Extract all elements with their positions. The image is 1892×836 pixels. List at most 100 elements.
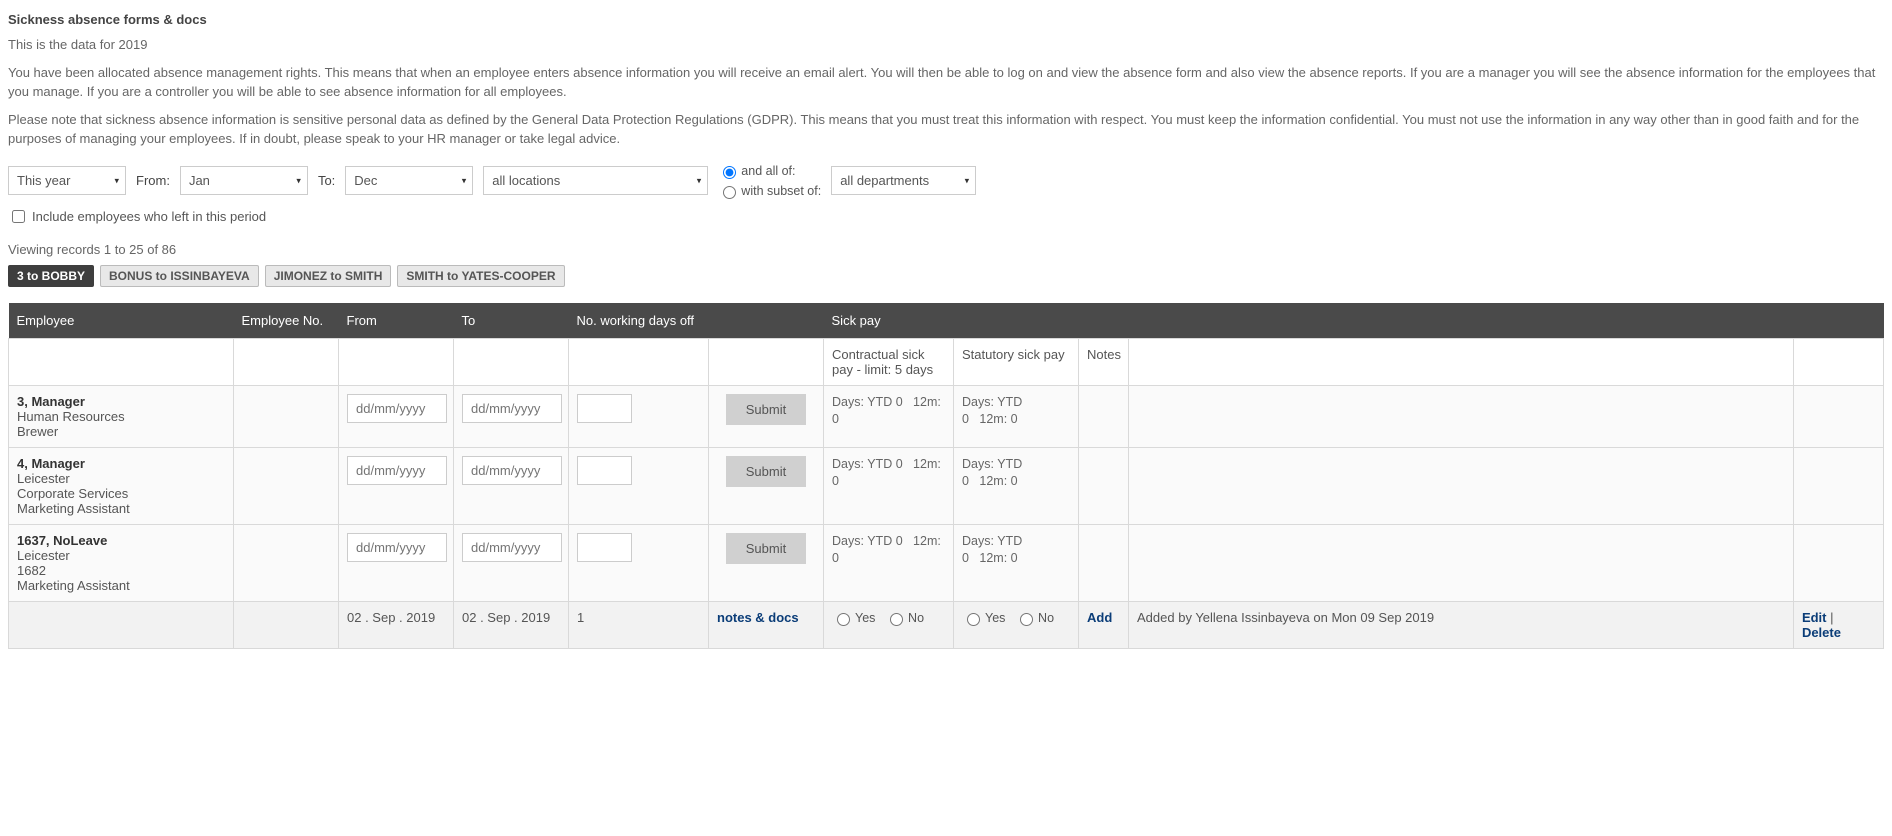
th-to: To xyxy=(454,303,569,339)
th-contractual: Contractual sick pay - limit: 5 days xyxy=(824,338,954,385)
header-row-sub: Contractual sick pay - limit: 5 days Sta… xyxy=(9,338,1884,385)
th-from: From xyxy=(339,303,454,339)
cell-days xyxy=(569,524,709,601)
sick-pay-summary: Days: YTD 0 12m: 0 xyxy=(962,456,1070,491)
existing-from: 02 . Sep . 2019 xyxy=(339,601,454,648)
cell-employee-no xyxy=(234,524,339,601)
statutory-no[interactable]: No xyxy=(1015,610,1054,626)
intro-year: This is the data for 2019 xyxy=(8,35,1884,55)
radio-and-all-of[interactable]: and all of: xyxy=(718,163,821,179)
to-date-input[interactable] xyxy=(462,394,562,423)
cell-notes xyxy=(1079,447,1129,524)
location-select[interactable]: all locations xyxy=(483,166,708,195)
pager: 3 to BOBBY BONUS to ISSINBAYEVA JIMONEZ … xyxy=(8,265,1884,287)
employee-detail: Brewer xyxy=(17,424,225,439)
th-employee-no: Employee No. xyxy=(234,303,339,339)
intro-gdpr: Please note that sickness absence inform… xyxy=(8,110,1884,149)
cell-from xyxy=(339,385,454,447)
existing-days: 1 xyxy=(569,601,709,648)
from-date-input[interactable] xyxy=(347,394,447,423)
cell-contractual: Days: YTD 0 12m: 0 xyxy=(824,524,954,601)
days-off-input[interactable] xyxy=(577,533,632,562)
sick-pay-summary: Days: YTD 0 12m: 0 xyxy=(832,456,945,491)
submit-button[interactable]: Submit xyxy=(726,394,806,425)
from-date-input[interactable] xyxy=(347,456,447,485)
sick-pay-summary: Days: YTD 0 12m: 0 xyxy=(832,533,945,568)
cell-notes xyxy=(1079,524,1129,601)
th-employee: Employee xyxy=(9,303,234,339)
cell-submit: Submit xyxy=(709,524,824,601)
include-left-checkbox[interactable]: Include employees who left in this perio… xyxy=(8,207,266,226)
filter-row: This year From: Jan To: Dec all location… xyxy=(8,163,1884,199)
table-row: 4, Manager LeicesterCorporate ServicesMa… xyxy=(9,447,1884,524)
from-date-input[interactable] xyxy=(347,533,447,562)
add-note-link[interactable]: Add xyxy=(1087,610,1112,625)
cell-employee-no xyxy=(234,385,339,447)
period-select[interactable]: This year xyxy=(8,166,126,195)
pager-btn-active[interactable]: 3 to BOBBY xyxy=(8,265,94,287)
days-off-input[interactable] xyxy=(577,394,632,423)
cell-note-text xyxy=(1129,447,1794,524)
submit-button[interactable]: Submit xyxy=(726,456,806,487)
statutory-yes[interactable]: Yes xyxy=(962,610,1005,626)
cell-note-text xyxy=(1129,524,1794,601)
cell-actions xyxy=(1793,524,1883,601)
employee-detail: Leicester xyxy=(17,471,225,486)
cell-actions xyxy=(1793,447,1883,524)
employee-name: 4, Manager xyxy=(17,456,225,471)
cell-to xyxy=(454,524,569,601)
employee-name: 3, Manager xyxy=(17,394,225,409)
cell-statutory: Days: YTD 0 12m: 0 xyxy=(954,447,1079,524)
cell-note-text xyxy=(1129,385,1794,447)
table-row: 3, Manager Human ResourcesBrewer Submit … xyxy=(9,385,1884,447)
to-month-select[interactable]: Dec xyxy=(345,166,473,195)
existing-absence-row: 02 . Sep . 2019 02 . Sep . 2019 1 notes … xyxy=(9,601,1884,648)
cell-employee: 3, Manager Human ResourcesBrewer xyxy=(9,385,234,447)
delete-link[interactable]: Delete xyxy=(1802,625,1841,640)
contractual-no[interactable]: No xyxy=(885,610,924,626)
cell-actions: Edit | Delete xyxy=(1793,601,1883,648)
intro-rights: You have been allocated absence manageme… xyxy=(8,63,1884,102)
cell-employee: 4, Manager LeicesterCorporate ServicesMa… xyxy=(9,447,234,524)
pager-btn[interactable]: JIMONEZ to SMITH xyxy=(265,265,392,287)
employee-detail: Marketing Assistant xyxy=(17,578,225,593)
employee-detail: Human Resources xyxy=(17,409,225,424)
cell-contractual: Days: YTD 0 12m: 0 xyxy=(824,447,954,524)
department-select[interactable]: all departments xyxy=(831,166,976,195)
notes-docs-link[interactable]: notes & docs xyxy=(717,610,799,625)
cell-contractual: Days: YTD 0 12m: 0 xyxy=(824,385,954,447)
cell-add: Add xyxy=(1079,601,1129,648)
cell-from xyxy=(339,447,454,524)
cell-to xyxy=(454,385,569,447)
table-row: 1637, NoLeave Leicester1682Marketing Ass… xyxy=(9,524,1884,601)
from-label: From: xyxy=(136,173,170,188)
th-statutory: Statutory sick pay xyxy=(954,338,1079,385)
cell-note-text: Added by Yellena Issinbayeva on Mon 09 S… xyxy=(1129,601,1794,648)
from-month-select[interactable]: Jan xyxy=(180,166,308,195)
submit-button[interactable]: Submit xyxy=(726,533,806,564)
cell-employee-no xyxy=(234,447,339,524)
cell-notes-docs: notes & docs xyxy=(709,601,824,648)
employee-detail: Marketing Assistant xyxy=(17,501,225,516)
employee-detail: Leicester xyxy=(17,548,225,563)
contractual-yes[interactable]: Yes xyxy=(832,610,875,626)
th-notes: Notes xyxy=(1079,338,1129,385)
th-days-off: No. working days off xyxy=(569,303,824,339)
cell-days xyxy=(569,385,709,447)
pager-btn[interactable]: BONUS to ISSINBAYEVA xyxy=(100,265,259,287)
employee-name: 1637, NoLeave xyxy=(17,533,225,548)
to-date-input[interactable] xyxy=(462,533,562,562)
viewing-text: Viewing records 1 to 25 of 86 xyxy=(8,242,1884,257)
pager-btn[interactable]: SMITH to YATES-COOPER xyxy=(397,265,564,287)
cell-employee: 1637, NoLeave Leicester1682Marketing Ass… xyxy=(9,524,234,601)
sick-pay-summary: Days: YTD 0 12m: 0 xyxy=(962,394,1070,429)
to-label: To: xyxy=(318,173,335,188)
cell-days xyxy=(569,447,709,524)
cell-notes xyxy=(1079,385,1129,447)
cell-statutory: Days: YTD 0 12m: 0 xyxy=(954,524,1079,601)
radio-with-subset-of[interactable]: with subset of: xyxy=(718,183,821,199)
dept-scope-group: and all of: with subset of: xyxy=(718,163,821,199)
to-date-input[interactable] xyxy=(462,456,562,485)
days-off-input[interactable] xyxy=(577,456,632,485)
edit-link[interactable]: Edit xyxy=(1802,610,1827,625)
